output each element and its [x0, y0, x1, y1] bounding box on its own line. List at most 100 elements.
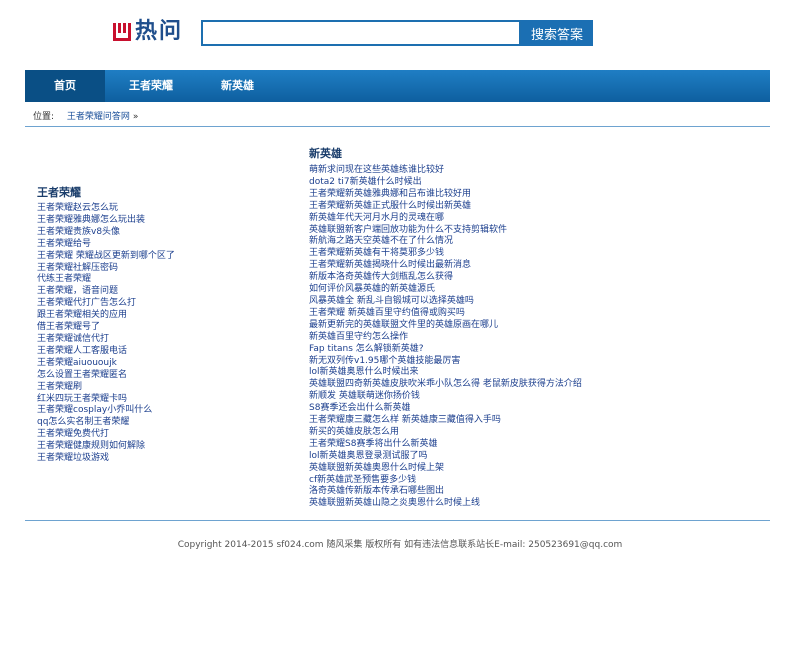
right-column-title: 新英雄 [309, 147, 342, 160]
footer-divider [25, 520, 770, 521]
question-link[interactable]: 风暴英雄全 新乱斗自锻城可以选择英雄吗 [309, 296, 474, 306]
question-link[interactable]: 王者荣耀代打广告怎么打 [37, 298, 136, 308]
main-nav: 首页 王者荣耀 新英雄 [25, 70, 770, 102]
list-item: 王者荣耀新英雄雅典娜和吕布谁比较好用 [309, 189, 582, 201]
list-item: lol新英雄奥恩登录测试服了吗 [309, 451, 582, 463]
list-item: 新买的英雄皮肤怎么用 [309, 427, 582, 439]
question-link[interactable]: 王者荣耀刷 [37, 382, 82, 392]
footer-copyright: Copyright 2014-2015 sf024.com 随风采集 版权所有 … [177, 540, 623, 550]
list-item: 王者荣耀健康规则如何解除 [37, 441, 175, 453]
question-link[interactable]: 王者荣耀雅典娜怎么玩出装 [37, 215, 145, 225]
question-link[interactable]: 王者荣耀新英雄正式服什么时候出新英雄 [309, 201, 471, 211]
list-item: 王者荣耀垃圾游戏 [37, 453, 175, 465]
question-link[interactable]: 英雄联盟新英雄奥恩什么时候上架 [309, 463, 444, 473]
nav-item-wangzhe[interactable]: 王者荣耀 [105, 70, 197, 102]
right-link-list: 萌新求问现在这些英雄练谁比较好 dota2 ti7新英雄什么时候出王者荣耀新英雄雅… [309, 165, 582, 510]
question-link[interactable]: S8赛季还会出什么新英雄 [309, 403, 410, 413]
logo-text: 热问 [135, 19, 184, 44]
question-link[interactable]: 王者荣耀社解压密码 [37, 263, 118, 273]
question-link[interactable]: cf新英雄武圣预售要多少钱 [309, 475, 416, 485]
list-item: 跟王者荣耀相关的应用 [37, 310, 175, 322]
list-item: cf新英雄武圣预售要多少钱 [309, 475, 582, 487]
question-link[interactable]: 王者荣耀给号 [37, 239, 91, 249]
question-link[interactable]: 王者荣耀康三藏怎么样 新英雄康三藏值得入手吗 [309, 415, 501, 425]
question-link[interactable]: 如何评价风暴英雄的新英雄源氏 [309, 284, 435, 294]
question-link[interactable]: 王者荣耀新英雄揭晓什么时候出最新消息 [309, 260, 471, 270]
question-link[interactable]: 王者荣耀诚信代打 [37, 334, 109, 344]
question-link[interactable]: 王者荣耀人工客服电话 [37, 346, 127, 356]
question-link[interactable]: 新无双列传v1.95哪个英雄技能最厉害 [309, 356, 460, 366]
question-link[interactable]: 新买的英雄皮肤怎么用 [309, 427, 399, 437]
list-item: 新英雄年代天河月水月的灵魂在哪 [309, 213, 582, 225]
question-link[interactable]: 王者荣耀，语音问题 [37, 286, 118, 296]
list-item: 王者荣耀新英雄有干将莫邪多少钱 [309, 248, 582, 260]
list-item: 王者荣耀，语音问题 [37, 286, 175, 298]
list-item: 王者荣耀康三藏怎么样 新英雄康三藏值得入手吗 [309, 415, 582, 427]
question-link[interactable]: lol新英雄奥恩什么时候出来 [309, 367, 419, 377]
list-item: 新英雄百里守约怎么操作 [309, 332, 582, 344]
question-link[interactable]: 王者荣耀aiuououjk [37, 358, 117, 368]
question-link[interactable]: Fap titans 怎么解锁新英雄? [309, 344, 424, 354]
question-link[interactable]: 怎么设置王者荣耀匿名 [37, 370, 127, 380]
list-item: 新无双列传v1.95哪个英雄技能最厉害 [309, 356, 582, 368]
question-link[interactable]: 借王者荣耀号了 [37, 322, 100, 332]
question-link[interactable]: 王者荣耀cosplay小乔叫什么 [37, 405, 152, 415]
list-item: lol新英雄奥恩什么时候出来 [309, 367, 582, 379]
question-link[interactable]: dota2 ti7新英雄什么时候出 [309, 177, 422, 187]
nav-item-new-hero[interactable]: 新英雄 [197, 70, 278, 102]
question-link[interactable]: 洛奇英雄传新版本传承石哪些图出 [309, 486, 444, 496]
question-link[interactable]: 王者荣耀健康规则如何解除 [37, 441, 145, 451]
list-item: 新顺发 英雄联萌迷你扬价钱 [309, 391, 582, 403]
list-item: 王者荣耀代打广告怎么打 [37, 298, 175, 310]
question-link[interactable]: 王者荣耀S8赛季将出什么新英雄 [309, 439, 437, 449]
list-item: 新版本洛奇英雄传大剑瓶乱怎么获得 [309, 272, 582, 284]
list-item: 代练王者荣耀 [37, 274, 175, 286]
site-logo[interactable]: 热问 [113, 18, 183, 46]
question-link[interactable]: 英雄联盟四奇新英雄皮肤吹米乖小队怎么得 老鼠新皮肤获得方法介绍 [309, 379, 582, 389]
question-link[interactable]: 王者荣耀垃圾游戏 [37, 453, 109, 463]
search-input[interactable] [201, 20, 521, 46]
question-link[interactable]: 萌新求问现在这些英雄练谁比较好 [309, 165, 444, 175]
list-item: 英雄联盟新英雄山隐之炎奥恩什么时候上线 [309, 498, 582, 510]
question-link[interactable]: 英雄联盟新客户端回放功能为什么不支持剪辑软件 [309, 225, 507, 235]
question-link[interactable]: 王者荣耀 新英雄百里守约值得或购买吗 [309, 308, 465, 318]
question-link[interactable]: 新航海之路天空英雄不在了什么情况 [309, 236, 453, 246]
list-item: 怎么设置王者荣耀匿名 [37, 370, 175, 382]
list-item: 王者荣耀雅典娜怎么玩出装 [37, 215, 175, 227]
question-link[interactable]: 新英雄百里守约怎么操作 [309, 332, 408, 342]
question-link[interactable]: lol新英雄奥恩登录测试服了吗 [309, 451, 428, 461]
list-item: 红米四玩王者荣耀卡吗 [37, 394, 175, 406]
question-link[interactable]: 最新更新完的英雄联盟文件里的英雄原画在哪儿 [309, 320, 498, 330]
question-link[interactable]: qq怎么实名制王者荣耀 [37, 417, 129, 427]
question-link[interactable]: 王者荣耀新英雄雅典娜和吕布谁比较好用 [309, 189, 471, 199]
question-link[interactable]: 王者荣耀免费代打 [37, 429, 109, 439]
breadcrumb-link[interactable]: 王者荣耀问答网 [67, 112, 130, 122]
question-link[interactable]: 新顺发 英雄联萌迷你扬价钱 [309, 391, 420, 401]
question-link[interactable]: 王者荣耀贵族v8头像 [37, 227, 120, 237]
list-item: qq怎么实名制王者荣耀 [37, 417, 175, 429]
question-link[interactable]: 英雄联盟新英雄山隐之炎奥恩什么时候上线 [309, 498, 480, 508]
search-button[interactable]: 搜索答案 [521, 20, 593, 46]
question-link[interactable]: 王者荣耀赵云怎么玩 [37, 203, 118, 213]
question-link[interactable]: 新版本洛奇英雄传大剑瓶乱怎么获得 [309, 272, 453, 282]
list-item: 王者荣耀诚信代打 [37, 334, 175, 346]
list-item: 英雄联盟新客户端回放功能为什么不支持剪辑软件 [309, 225, 582, 237]
question-link[interactable]: 代练王者荣耀 [37, 274, 91, 284]
question-link[interactable]: 红米四玩王者荣耀卡吗 [37, 394, 127, 404]
list-item: 最新更新完的英雄联盟文件里的英雄原画在哪儿 [309, 320, 582, 332]
list-item: 王者荣耀人工客服电话 [37, 346, 175, 358]
list-item: 王者荣耀新英雄揭晓什么时候出最新消息 [309, 260, 582, 272]
left-link-list: 王者荣耀赵云怎么玩 王者荣耀雅典娜怎么玩出装 王者荣耀贵族v8头像 王者荣耀给号 王者荣… [37, 203, 175, 465]
list-item: 王者荣耀社解压密码 [37, 263, 175, 275]
list-item: 王者荣耀 荣耀战区更新到哪个区了 [37, 251, 175, 263]
nav-item-home[interactable]: 首页 [25, 70, 105, 102]
list-item: 英雄联盟新英雄奥恩什么时候上架 [309, 463, 582, 475]
question-link[interactable]: 跟王者荣耀相关的应用 [37, 310, 127, 320]
list-item: 王者荣耀新英雄正式服什么时候出新英雄 [309, 201, 582, 213]
question-link[interactable]: 王者荣耀新英雄有干将莫邪多少钱 [309, 248, 444, 258]
question-link[interactable]: 王者荣耀 荣耀战区更新到哪个区了 [37, 251, 175, 261]
question-link[interactable]: 新英雄年代天河月水月的灵魂在哪 [309, 213, 444, 223]
list-item: 王者荣耀 新英雄百里守约值得或购买吗 [309, 308, 582, 320]
list-item: 英雄联盟四奇新英雄皮肤吹米乖小队怎么得 老鼠新皮肤获得方法介绍 [309, 379, 582, 391]
list-item: 王者荣耀贵族v8头像 [37, 227, 175, 239]
